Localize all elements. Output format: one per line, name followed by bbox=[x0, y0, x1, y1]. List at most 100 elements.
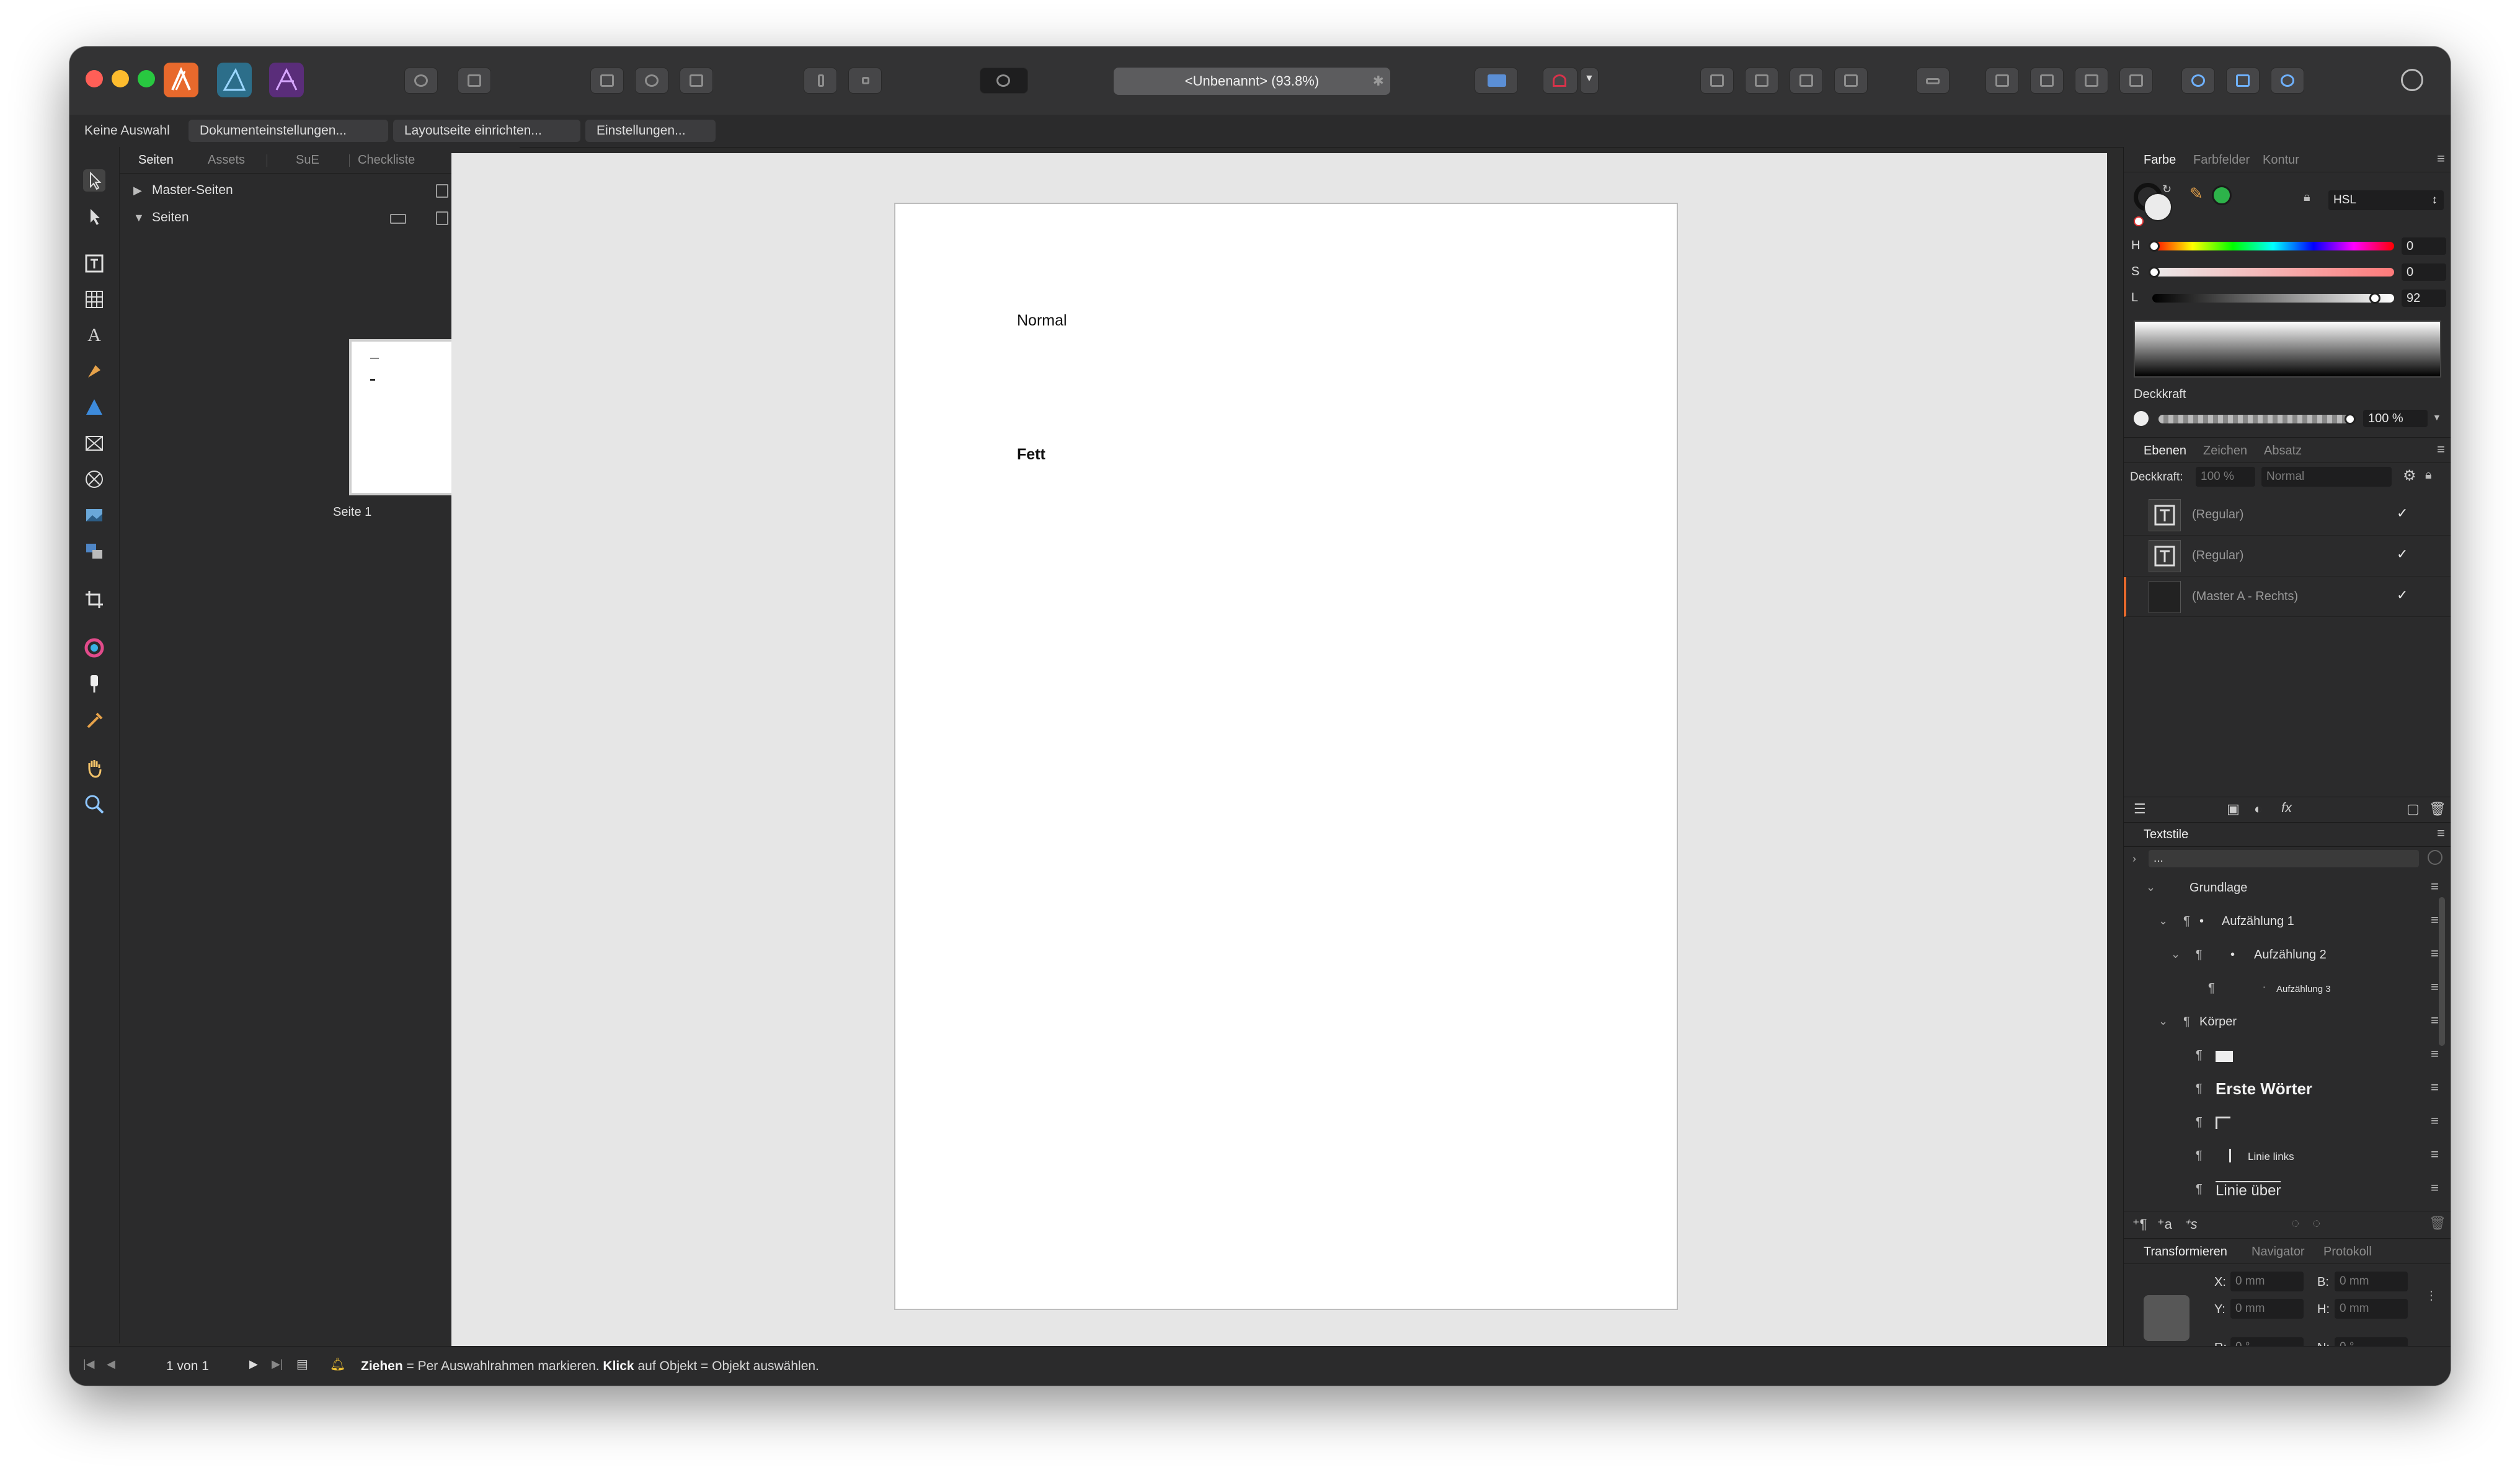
style-menu-icon[interactable]: ≡ bbox=[2431, 1146, 2439, 1162]
layer-opacity-field[interactable]: 100 % bbox=[2196, 467, 2255, 487]
layer-row[interactable]: (Regular) ✓ bbox=[2124, 536, 2451, 577]
style-filter-icon[interactable] bbox=[2428, 850, 2442, 865]
new-group-style-icon[interactable]: ⁺s bbox=[2183, 1216, 2198, 1232]
zoom-tool-icon[interactable] bbox=[83, 793, 105, 815]
anchor-button[interactable] bbox=[848, 68, 882, 94]
styles-scrollbar[interactable] bbox=[2439, 897, 2445, 1046]
photo-persona-icon[interactable] bbox=[269, 63, 304, 97]
hue-value[interactable]: 0 bbox=[2402, 237, 2446, 255]
pixel-persona-button[interactable] bbox=[458, 68, 491, 94]
style-item[interactable]: ⌄ ¶ • Aufzählung 2 ≡ bbox=[2124, 939, 2451, 973]
style-menu-icon[interactable]: ≡ bbox=[2431, 878, 2439, 895]
spread-setup-icon[interactable] bbox=[390, 214, 406, 224]
color-picker-tool-icon[interactable] bbox=[83, 709, 105, 731]
ellipse-frame-tool-icon[interactable] bbox=[83, 468, 105, 490]
close-window-button[interactable] bbox=[86, 70, 103, 87]
layer-row[interactable]: (Master A - Rechts) ✓ bbox=[2124, 577, 2451, 617]
bleed-mode-button[interactable] bbox=[680, 68, 713, 94]
tab-sue[interactable]: SuE bbox=[296, 153, 319, 167]
add-layer-icon[interactable]: ▢ bbox=[2407, 801, 2420, 817]
insert-picture-frame-button[interactable] bbox=[2226, 68, 2260, 94]
chevron-right-icon[interactable]: › bbox=[2132, 852, 2136, 865]
picture-frame-tool-icon[interactable] bbox=[83, 432, 105, 454]
new-character-style-icon[interactable]: ⁺a bbox=[2157, 1216, 2172, 1232]
arrange-forward-button[interactable] bbox=[1790, 68, 1823, 94]
tab-checkliste[interactable]: Checkliste bbox=[358, 153, 415, 167]
designer-persona-icon[interactable] bbox=[217, 63, 252, 97]
tab-ebenen[interactable]: Ebenen bbox=[2144, 444, 2186, 458]
effects-fx-icon[interactable]: fx bbox=[2281, 800, 2292, 816]
opacity-value[interactable]: 100 % bbox=[2363, 410, 2428, 427]
style-item[interactable]: ¶ ≡ bbox=[2124, 1040, 2451, 1073]
node-tool-icon[interactable] bbox=[83, 205, 105, 228]
text-bold[interactable]: Fett bbox=[1017, 446, 1045, 464]
link-icon[interactable]: ⋮ bbox=[2425, 1288, 2438, 1303]
arrange-front-button[interactable] bbox=[1834, 68, 1868, 94]
pin-button[interactable] bbox=[804, 68, 837, 94]
style-item[interactable]: ¶ ≡ bbox=[2124, 1107, 2451, 1140]
visibility-checkbox[interactable]: ✓ bbox=[2397, 505, 2408, 521]
mask-layer-icon[interactable]: ▣ bbox=[2227, 801, 2240, 817]
lock-icon[interactable]: 🔒︎ bbox=[2304, 190, 2320, 209]
clear-formatting-icon[interactable]: ◌ bbox=[2291, 1215, 2299, 1231]
style-menu-icon[interactable]: ≡ bbox=[2431, 979, 2439, 995]
insert-page-icon[interactable] bbox=[436, 211, 448, 225]
next-page-icon[interactable]: ▶ bbox=[249, 1358, 258, 1371]
style-item[interactable]: ⌄ ¶ • Aufzählung 1 ≡ bbox=[2124, 906, 2451, 939]
chevron-down-icon[interactable]: ⌄ bbox=[2146, 881, 2155, 894]
lightness-value[interactable]: 92 bbox=[2402, 290, 2446, 307]
collapse-triangle-icon[interactable]: ▼ bbox=[133, 211, 144, 224]
visibility-checkbox[interactable]: ✓ bbox=[2397, 546, 2408, 562]
first-page-icon[interactable]: |◀ bbox=[83, 1358, 95, 1371]
arrange-back-button[interactable] bbox=[1700, 68, 1734, 94]
text-frame-tool-icon[interactable] bbox=[83, 252, 105, 275]
y-field[interactable]: 0 mm bbox=[2230, 1299, 2304, 1319]
fill-well[interactable] bbox=[2144, 193, 2172, 221]
style-menu-icon[interactable]: ≡ bbox=[2431, 1113, 2439, 1129]
view-mode-button[interactable] bbox=[590, 68, 624, 94]
style-search-field[interactable]: ... bbox=[2149, 850, 2419, 867]
tab-zeichen[interactable]: Zeichen bbox=[2203, 444, 2247, 458]
tab-protokoll[interactable]: Protokoll bbox=[2323, 1245, 2372, 1259]
style-menu-icon[interactable]: ≡ bbox=[2431, 945, 2439, 962]
align-button[interactable] bbox=[1916, 68, 1950, 94]
style-item[interactable]: ⌄ Grundlage ≡ bbox=[2124, 872, 2451, 906]
transparency-tool-icon[interactable] bbox=[83, 540, 105, 562]
hide-overlay-icon[interactable] bbox=[980, 68, 1028, 94]
page-menu-icon[interactable]: ▤ bbox=[296, 1356, 308, 1372]
document-title[interactable]: <Unbenannt> (93.8%) ✱ bbox=[1114, 68, 1390, 95]
no-color-icon[interactable] bbox=[2134, 216, 2144, 226]
layout-page-setup-button[interactable]: Layoutseite einrichten... bbox=[393, 120, 580, 142]
last-page-icon[interactable]: ▶| bbox=[272, 1358, 283, 1371]
chevron-down-icon[interactable]: ⌄ bbox=[2158, 1015, 2168, 1028]
trash-icon[interactable]: 🗑︎ bbox=[2429, 1215, 2446, 1231]
saturation-value[interactable]: 0 bbox=[2402, 263, 2446, 281]
swap-colors-icon[interactable]: ↻ bbox=[2162, 183, 2172, 196]
x-field[interactable]: 0 mm bbox=[2230, 1272, 2304, 1291]
table-tool-icon[interactable] bbox=[83, 288, 105, 311]
document-page[interactable]: Normal Fett bbox=[894, 203, 1678, 1310]
chevron-down-icon[interactable]: ⌄ bbox=[2171, 948, 2180, 961]
publisher-persona-icon[interactable] bbox=[164, 63, 198, 97]
style-item[interactable]: ⌄ ¶ Körper ≡ bbox=[2124, 1006, 2451, 1040]
place-image-tool-icon[interactable] bbox=[83, 504, 105, 526]
tab-farbfelder[interactable]: Farbfelder bbox=[2193, 153, 2250, 167]
style-menu-icon[interactable]: ≡ bbox=[2431, 1046, 2439, 1062]
hue-slider[interactable] bbox=[2152, 242, 2394, 250]
insert-shape-button[interactable] bbox=[2271, 68, 2304, 94]
gear-icon[interactable]: ⚙ bbox=[2403, 467, 2416, 485]
artistic-text-tool-icon[interactable]: A bbox=[83, 324, 105, 347]
lightness-gradient-box[interactable] bbox=[2134, 321, 2441, 378]
gradient-tool-icon[interactable] bbox=[83, 673, 105, 695]
preferences-button[interactable]: Einstellungen... bbox=[585, 120, 716, 142]
tab-assets[interactable]: Assets bbox=[208, 153, 245, 167]
style-menu-icon[interactable]: ≡ bbox=[2431, 1180, 2439, 1196]
fill-tool-icon[interactable] bbox=[83, 637, 105, 659]
snapping-options-dropdown[interactable]: ▼ bbox=[1580, 68, 1599, 94]
adjustment-icon[interactable]: ◐ bbox=[2254, 801, 2262, 817]
tab-kontur[interactable]: Kontur bbox=[2263, 153, 2299, 167]
snapping-magnet-icon[interactable] bbox=[1543, 68, 1577, 94]
bell-icon[interactable]: 🔔︎ bbox=[330, 1356, 345, 1372]
tab-absatz[interactable]: Absatz bbox=[2264, 444, 2302, 458]
hand-tool-icon[interactable] bbox=[83, 757, 105, 779]
